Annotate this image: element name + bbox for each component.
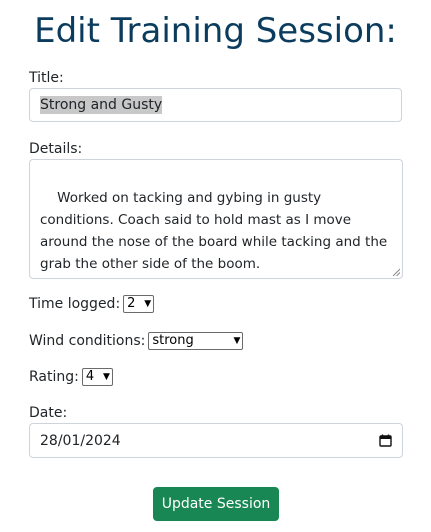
update-session-button[interactable]: Update Session	[153, 487, 279, 521]
time-logged-value: 2	[127, 296, 136, 311]
title-input-value: Strong and Gusty	[40, 96, 163, 114]
title-label: Title:	[29, 70, 64, 86]
wind-conditions-row: Wind conditions: strong ▼	[29, 331, 244, 351]
time-logged-label: Time logged:	[29, 296, 121, 312]
rating-select[interactable]: 4 ▼	[81, 368, 113, 386]
rating-row: Rating: 4 ▼	[29, 367, 113, 387]
details-textarea[interactable]: Worked on tacking and gybing in gusty co…	[29, 159, 403, 279]
edit-session-page: Edit Training Session: Title: Strong and…	[0, 0, 431, 532]
calendar-icon[interactable]	[379, 434, 392, 447]
details-textarea-value: Worked on tacking and gybing in gusty co…	[40, 190, 388, 272]
rating-value: 4	[85, 369, 95, 384]
date-input-value: 28/01/2024	[40, 432, 121, 449]
title-input[interactable]: Strong and Gusty	[29, 88, 402, 122]
time-logged-select[interactable]: 2 ▼	[123, 295, 155, 313]
chevron-down-icon: ▼	[102, 371, 110, 382]
wind-conditions-label: Wind conditions:	[29, 333, 146, 349]
date-label: Date:	[29, 405, 68, 421]
time-logged-row: Time logged: 2 ▼	[29, 294, 155, 314]
resize-grip-icon[interactable]	[392, 268, 400, 276]
chevron-down-icon: ▼	[144, 298, 152, 309]
details-label: Details:	[29, 141, 83, 157]
date-input[interactable]: 28/01/2024	[29, 423, 403, 458]
page-title: Edit Training Session:	[34, 11, 397, 51]
chevron-down-icon: ▼	[233, 335, 241, 346]
wind-conditions-value: strong	[152, 333, 194, 348]
wind-conditions-select[interactable]: strong ▼	[148, 332, 244, 350]
rating-label: Rating:	[29, 369, 79, 385]
